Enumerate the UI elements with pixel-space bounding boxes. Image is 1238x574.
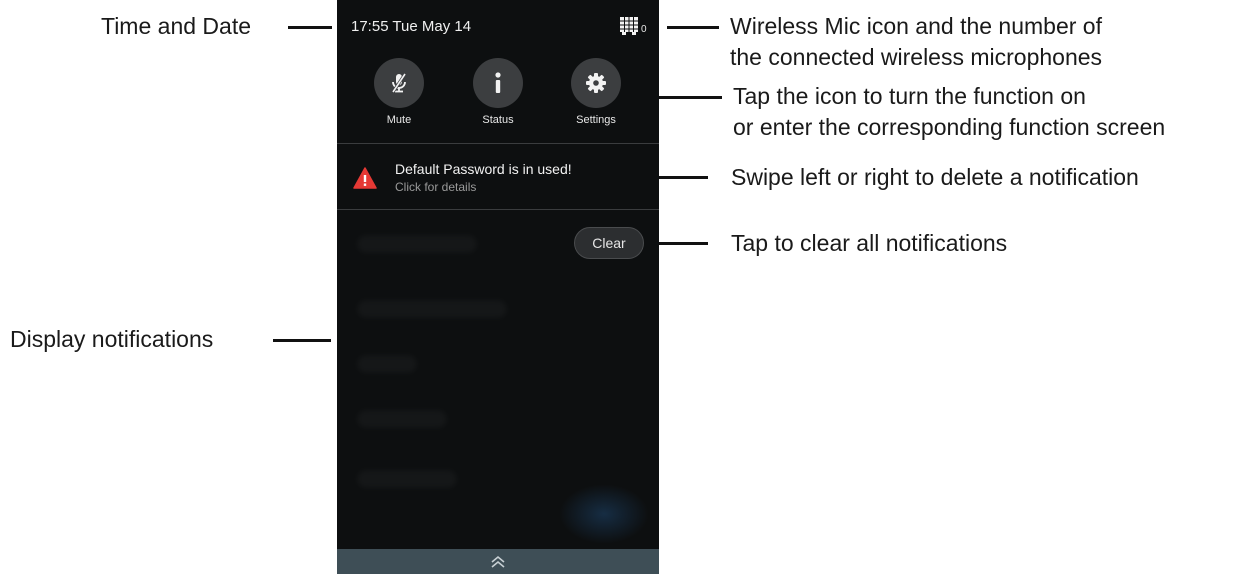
double-chevron-up-icon bbox=[491, 555, 505, 568]
clear-all-button[interactable]: Clear bbox=[574, 227, 644, 259]
leader-line-clear bbox=[658, 242, 708, 245]
mute-label: Mute bbox=[386, 114, 412, 126]
blurred-background-row bbox=[357, 470, 457, 488]
leader-line-swipe bbox=[658, 176, 708, 179]
quick-action-settings[interactable]: Settings bbox=[556, 58, 636, 126]
quick-action-status[interactable]: Status bbox=[458, 58, 538, 126]
time-date: 17:55 Tue May 14 bbox=[351, 18, 472, 35]
settings-button[interactable] bbox=[571, 58, 621, 108]
wireless-mic-grid-icon bbox=[620, 17, 638, 35]
blurred-background-row bbox=[357, 410, 447, 428]
callout-tap-clear: Tap to clear all notifications bbox=[731, 230, 1008, 256]
callout-wireless-mic-line2: the connected wireless microphones bbox=[730, 44, 1103, 70]
callout-tap-icon-line1: Tap the icon to turn the function on bbox=[733, 83, 1086, 109]
divider bbox=[337, 209, 659, 210]
notification-title: Default Password is in used! bbox=[395, 161, 572, 177]
callout-display-notifications: Display notifications bbox=[10, 326, 214, 352]
notification-panel-screen: 17:55 Tue May 14 0 Mute Status Settings … bbox=[337, 0, 659, 574]
warning-triangle-icon bbox=[353, 167, 377, 189]
leader-line-wireless-mic bbox=[667, 26, 719, 29]
status-button[interactable] bbox=[473, 58, 523, 108]
background-glow bbox=[559, 484, 649, 544]
wireless-mic-count: 0 bbox=[641, 24, 647, 35]
blurred-background-row bbox=[357, 235, 477, 253]
notification-item[interactable]: Default Password is in used! Click for d… bbox=[337, 145, 659, 209]
status-bar: 17:55 Tue May 14 0 bbox=[337, 0, 659, 52]
mic-muted-icon bbox=[391, 73, 407, 93]
callout-time-and-date: Time and Date bbox=[101, 13, 251, 39]
settings-label: Settings bbox=[576, 114, 616, 126]
callout-wireless-mic-line1: Wireless Mic icon and the number of bbox=[730, 13, 1102, 39]
gear-icon bbox=[586, 73, 606, 93]
status-label: Status bbox=[482, 114, 514, 126]
quick-action-mute[interactable]: Mute bbox=[359, 58, 439, 126]
blurred-background-row bbox=[357, 355, 417, 373]
callout-tap-icon-line2: or enter the corresponding function scre… bbox=[733, 114, 1166, 140]
blurred-background-row bbox=[357, 300, 507, 318]
info-icon bbox=[495, 72, 501, 93]
mute-button[interactable] bbox=[374, 58, 424, 108]
notification-subtitle: Click for details bbox=[395, 180, 477, 194]
collapse-bar[interactable] bbox=[337, 549, 659, 574]
divider bbox=[337, 143, 659, 144]
leader-line-time bbox=[288, 26, 332, 29]
callout-swipe: Swipe left or right to delete a notifica… bbox=[731, 164, 1139, 190]
leader-line-notifications bbox=[273, 339, 331, 342]
